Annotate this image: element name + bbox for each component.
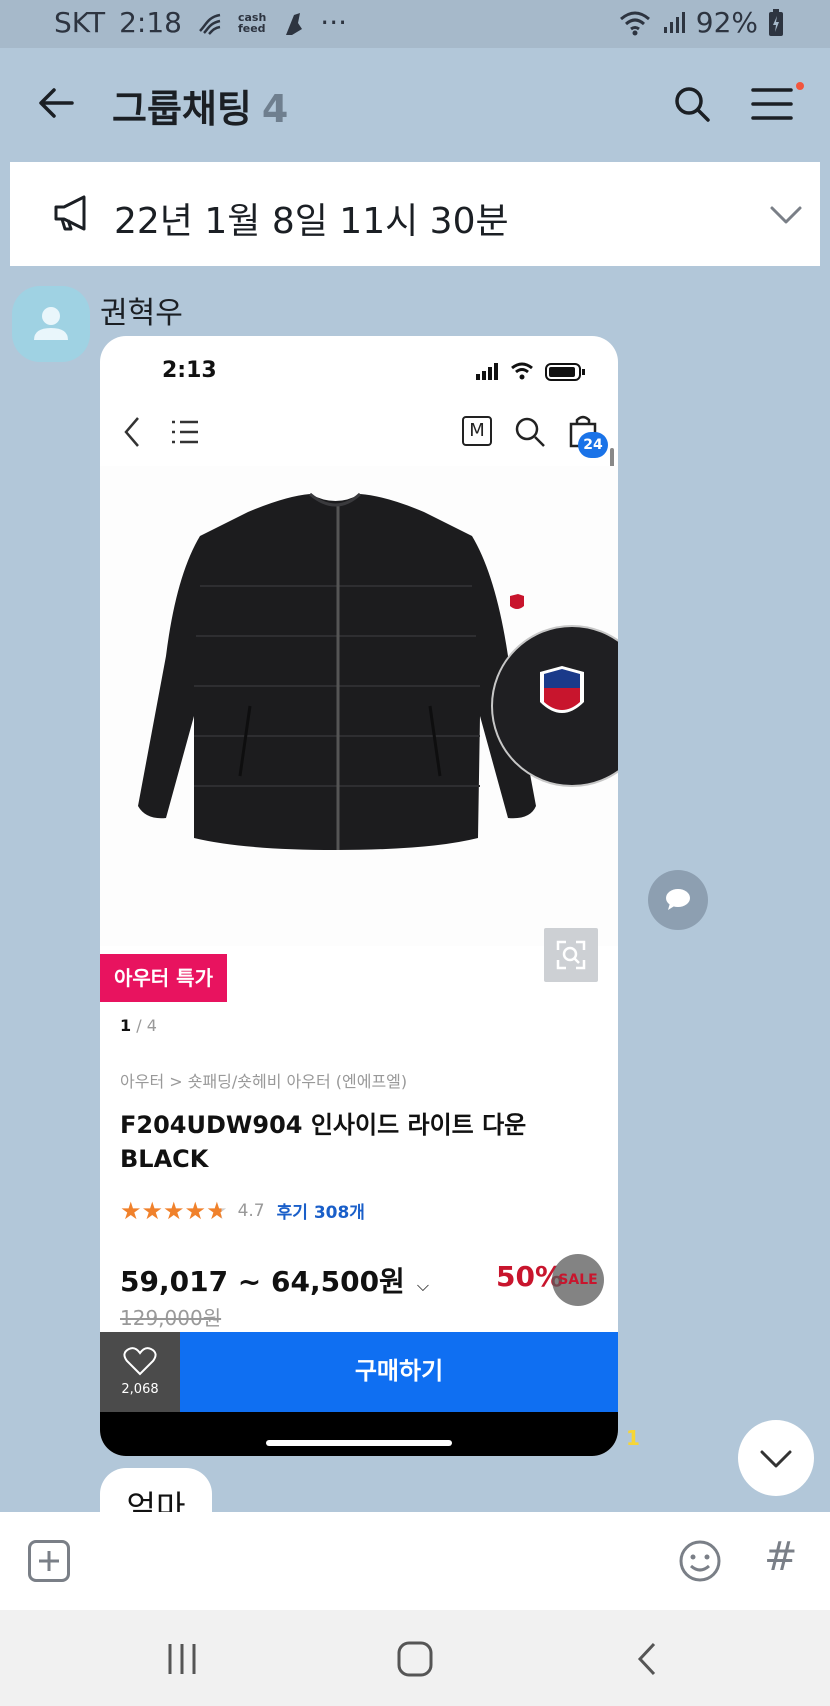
pager-rest: / 4 — [131, 1016, 157, 1035]
hamburger-icon[interactable] — [750, 84, 794, 124]
battery-percent: 92% — [695, 6, 758, 39]
cart-badge: 24 — [578, 432, 608, 458]
list-icon[interactable] — [170, 418, 200, 446]
back-nav-icon[interactable] — [634, 1640, 660, 1678]
status-time: 2:18 — [119, 6, 182, 39]
system-nav-bar — [0, 1610, 830, 1706]
sale-badge[interactable]: SALE — [552, 1254, 604, 1306]
like-button[interactable]: 2,068 — [100, 1332, 180, 1412]
price: 59,017 ~ 64,500원 ⌵ — [120, 1260, 429, 1300]
status-icons — [476, 362, 585, 381]
more-notifications: ··· — [320, 6, 347, 39]
speech-bubble-icon — [666, 889, 690, 910]
home-icon[interactable] — [396, 1640, 434, 1678]
recent-apps-icon[interactable] — [166, 1642, 198, 1676]
chevron-left-icon[interactable] — [120, 414, 144, 450]
hash-icon[interactable]: # — [764, 1534, 798, 1580]
member-count: 4 — [261, 87, 289, 131]
image-message[interactable]: 2:13 M 24 아우터 특가 1 / 4 아우터 > 숏패딩/숏헤비 아우터… — [100, 336, 618, 1456]
home-indicator — [266, 1440, 452, 1446]
image-pager: 1 / 4 — [120, 1016, 157, 1035]
reviews-link[interactable]: 후기 308개 — [277, 1198, 365, 1223]
reply-bubble-button[interactable] — [648, 870, 708, 930]
buy-button[interactable]: 구매하기 — [180, 1332, 618, 1412]
person-icon — [34, 307, 68, 340]
star-icon: ★ — [184, 1196, 207, 1225]
menu-notification-dot — [796, 82, 804, 90]
heart-icon — [123, 1347, 157, 1376]
wave-icon — [199, 13, 221, 35]
zoom-icon — [556, 940, 586, 970]
chat-title-text: 그룹채팅 — [112, 87, 252, 131]
notice-banner[interactable]: 22년 1월 8일 11시 30분 — [10, 162, 820, 266]
home-strip — [100, 1412, 618, 1456]
star-half-icon: ★ — [206, 1196, 228, 1225]
star-icon: ★ — [163, 1196, 185, 1225]
battery-icon — [769, 8, 783, 36]
avatar[interactable] — [12, 286, 90, 362]
star-icon: ★ — [141, 1196, 164, 1225]
arrow-left-icon[interactable] — [36, 83, 76, 123]
status-right: 92% — [618, 6, 784, 39]
signal-icon — [663, 11, 685, 33]
message-input-bar[interactable]: # — [0, 1512, 830, 1610]
like-count: 2,068 — [121, 1382, 159, 1397]
plus-square-icon[interactable] — [28, 1540, 70, 1582]
chat-header: 그룹채팅 4 — [0, 48, 830, 160]
rating-row: ★ ★ ★ ★ ★ 4.7 후기 308개 — [120, 1196, 365, 1225]
status-left: SKT 2:18 cash feed ··· — [54, 6, 347, 39]
search-icon[interactable] — [514, 416, 546, 448]
wifi-icon — [619, 11, 650, 35]
cashfeed-logo: cash feed — [237, 10, 267, 35]
scroll-to-bottom-button[interactable] — [738, 1420, 814, 1496]
smile-icon[interactable] — [678, 1538, 722, 1584]
chevron-down-icon — [760, 1450, 792, 1468]
shoe-icon — [286, 12, 303, 35]
breadcrumb[interactable]: 아우터 > 숏패딩/숏헤비 아우터 (엔에프엘) — [120, 1068, 407, 1092]
m-icon[interactable]: M — [462, 416, 492, 446]
chevron-down-icon[interactable] — [768, 196, 804, 232]
promo-tag: 아우터 특가 — [100, 954, 227, 1002]
megaphone-icon — [54, 195, 86, 231]
search-icon[interactable] — [672, 84, 712, 124]
status-bar: SKT 2:18 cash feed ··· 92% — [0, 0, 830, 48]
chevron-down-icon[interactable]: ⌵ — [417, 1276, 429, 1295]
purchase-bar: 2,068 구매하기 — [100, 1332, 618, 1412]
price-range: 59,017 ~ 64,500원 — [120, 1265, 405, 1298]
zoom-button[interactable] — [544, 928, 598, 982]
product-image[interactable] — [100, 466, 618, 946]
carrier: SKT — [54, 6, 106, 39]
notice-text: 22년 1월 8일 11시 30분 — [114, 201, 509, 242]
screenshot-time: 2:13 — [162, 358, 217, 383]
chat-title: 그룹채팅 4 — [112, 78, 288, 133]
unread-count: 1 — [626, 1426, 640, 1450]
pager-current: 1 — [120, 1016, 132, 1035]
product-name: F204UDW904 인사이드 라이트 다운 BLACK — [120, 1111, 527, 1173]
original-price: 129,000원 — [120, 1306, 222, 1330]
plus-icon — [39, 1551, 59, 1571]
rating-value: 4.7 — [237, 1200, 265, 1221]
star-icon: ★ — [120, 1196, 142, 1225]
sender-name: 권혁우 — [100, 296, 183, 331]
